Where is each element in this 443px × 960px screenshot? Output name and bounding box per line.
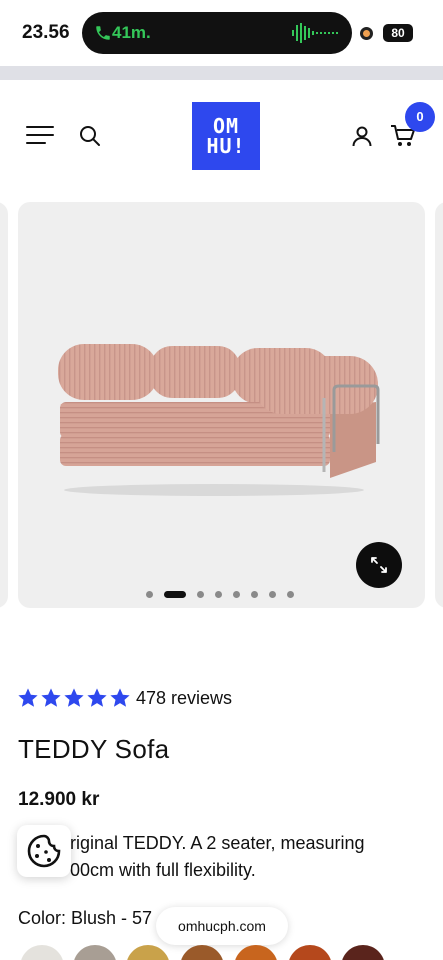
gallery-dot-active[interactable]: [164, 590, 186, 598]
color-swatch[interactable]: [180, 945, 224, 960]
gallery-dot[interactable]: [146, 590, 153, 598]
sofa-image: [58, 344, 380, 496]
gallery-dot[interactable]: [197, 590, 204, 598]
account-icon[interactable]: [350, 124, 374, 148]
gallery-dot[interactable]: [287, 590, 294, 598]
color-swatch[interactable]: [288, 945, 332, 960]
logo-text-line1: OM: [212, 114, 240, 138]
menu-line: [26, 142, 46, 144]
color-swatches: [18, 945, 443, 960]
gallery-next-slide[interactable]: [435, 202, 443, 608]
gallery-dot[interactable]: [215, 590, 222, 598]
gallery-pagination: [146, 590, 305, 598]
menu-line: [26, 126, 54, 128]
star-icon: [18, 688, 38, 707]
color-swatch[interactable]: [234, 945, 278, 960]
dynamic-island[interactable]: 41m.: [82, 12, 352, 54]
star-icon: [64, 688, 84, 707]
search-icon[interactable]: [78, 124, 102, 148]
description-line-1: riginal TEDDY. A 2 seater, measuring: [70, 833, 365, 853]
cart-count-badge[interactable]: 0: [405, 102, 435, 132]
gallery-dot[interactable]: [251, 590, 258, 598]
reviews-count[interactable]: 478 reviews: [136, 688, 232, 709]
product-price: 12.900 kr: [18, 789, 100, 810]
gallery-dot[interactable]: [269, 590, 276, 598]
color-swatch[interactable]: [20, 945, 64, 960]
gallery-prev-slide[interactable]: [0, 202, 8, 608]
product-title: TEDDY Sofa: [18, 734, 170, 764]
expand-icon: [371, 557, 387, 573]
product-rating[interactable]: 478 reviews: [17, 686, 232, 710]
color-label: Color: Blush - 57: [18, 908, 153, 928]
call-duration: 41m.: [112, 23, 151, 42]
privacy-indicator-icon: [360, 27, 373, 40]
star-icon: [110, 688, 130, 707]
battery-icon: 80: [383, 24, 413, 42]
menu-line: [26, 134, 54, 136]
gallery-main-slide[interactable]: [18, 202, 425, 608]
brand-logo[interactable]: OM HU!: [192, 102, 260, 170]
color-swatch[interactable]: [126, 945, 170, 960]
browser-top-strip: [0, 66, 443, 80]
star-icon: [41, 688, 61, 707]
phone-icon: [96, 26, 110, 40]
description-line-2: 00cm with full flexibility.: [70, 860, 256, 880]
url-pill[interactable]: omhucph.com: [156, 907, 288, 945]
product-gallery[interactable]: [0, 200, 443, 610]
product-description: riginal TEDDY. A 2 seater, measuring 00c…: [18, 830, 398, 884]
audio-waveform-icon: [292, 23, 338, 43]
color-swatch[interactable]: [341, 945, 385, 960]
gallery-dot[interactable]: [233, 590, 240, 598]
cookie-settings-button[interactable]: [17, 825, 71, 877]
color-swatch[interactable]: [73, 945, 117, 960]
status-bar: 23.56 41m. 80: [0, 0, 443, 66]
site-header: OM HU!: [0, 80, 443, 192]
star-icon: [87, 688, 107, 707]
logo-text-line2: HU!: [206, 134, 246, 158]
cookie-icon: [27, 834, 61, 868]
status-time: 23.56: [22, 22, 70, 43]
menu-button[interactable]: [26, 124, 56, 146]
zoom-button[interactable]: [356, 542, 402, 588]
